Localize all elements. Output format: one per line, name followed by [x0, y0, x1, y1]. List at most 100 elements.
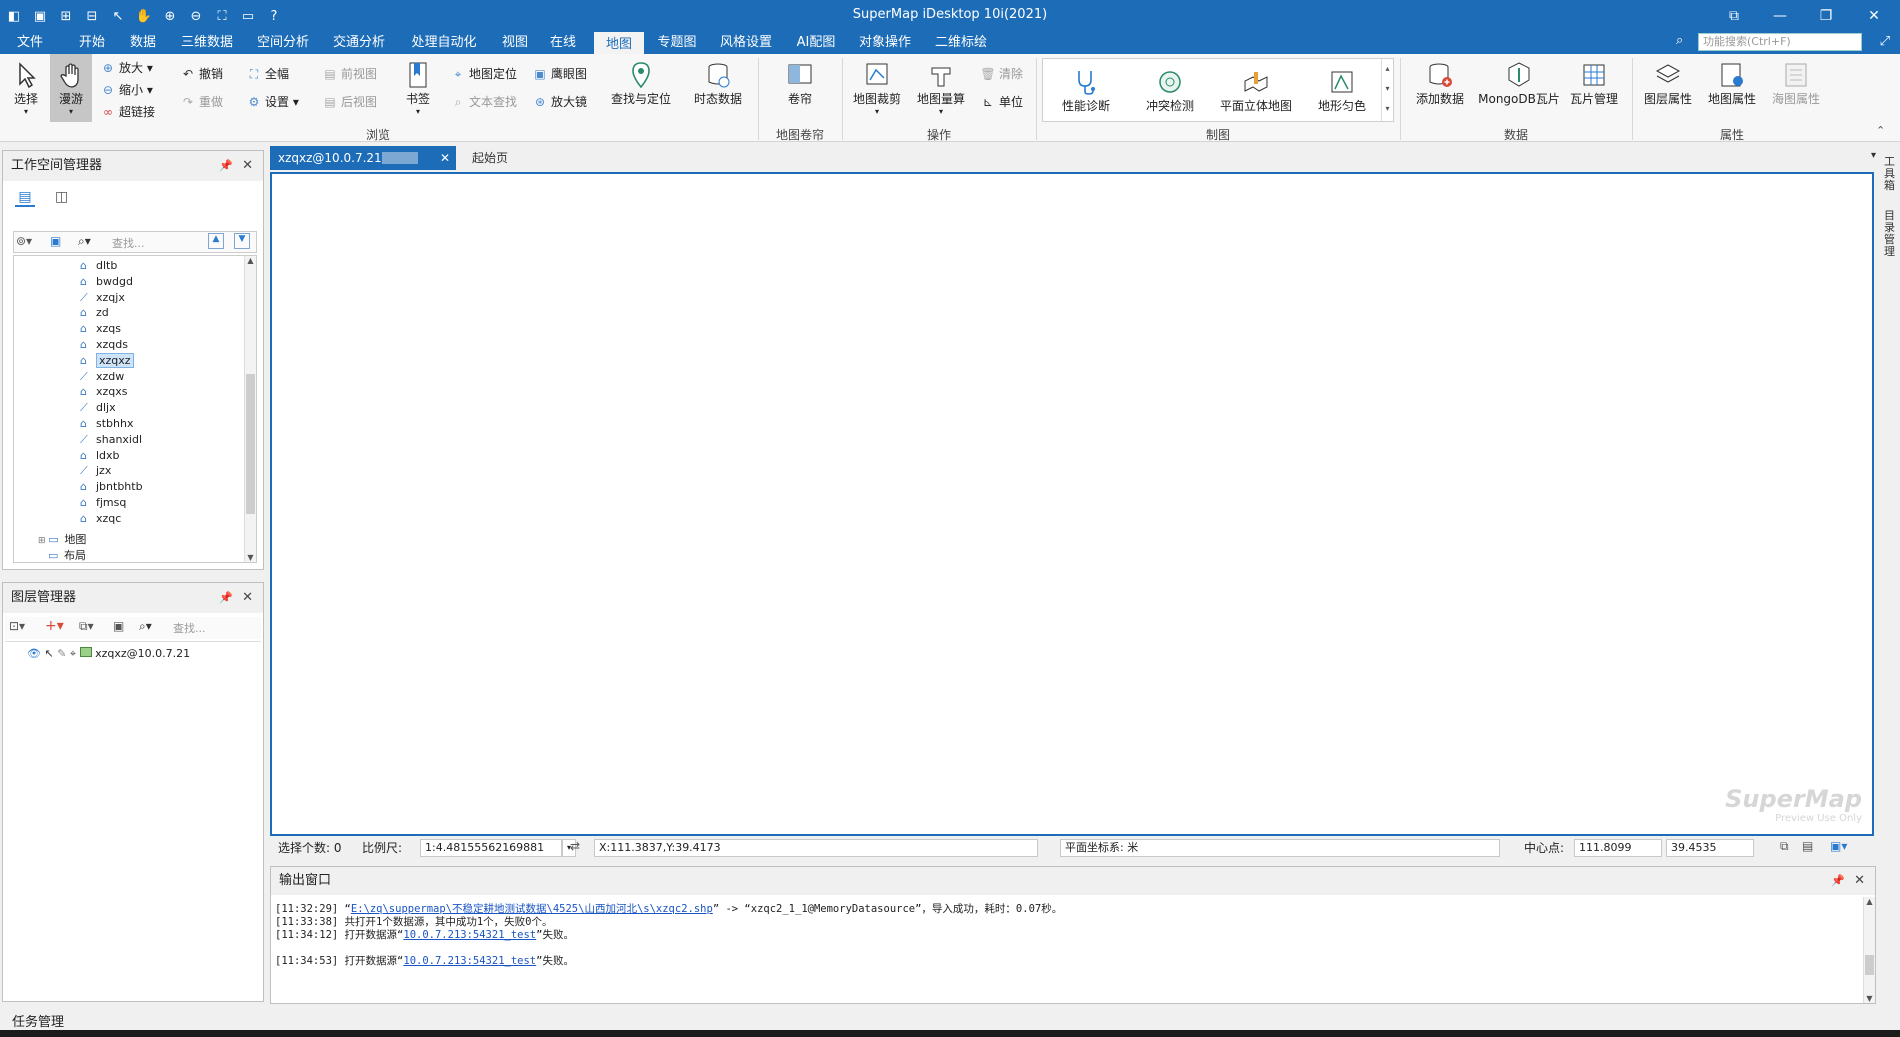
layer-group-icon[interactable]: ⧉▾ [79, 619, 94, 634]
chart-props-button[interactable]: 海图属性 [1766, 60, 1826, 107]
layer-search-input[interactable]: 查找... [173, 620, 206, 636]
tree-dataset-item[interactable]: ⟋ xzdw [80, 369, 124, 385]
side-tab-catalog[interactable]: 目录管理 [1884, 210, 1898, 258]
undo-button[interactable]: ↶ 撤销 [180, 64, 223, 84]
tree-dataset-item[interactable]: ⌂ xzqxs [80, 384, 128, 400]
copy-icon[interactable]: ⧉ [1780, 839, 1789, 854]
tab-data[interactable]: 数据 [120, 32, 166, 54]
tab-online[interactable]: 在线 [542, 32, 584, 54]
task-management-tab[interactable]: 任务管理 [12, 1011, 64, 1030]
bookmark-button[interactable]: 书签 ▾ [400, 60, 436, 116]
restore-layout-icon[interactable]: ⧉ [1716, 4, 1752, 28]
tab-3d-data[interactable]: 三维数据 [172, 32, 242, 54]
tree-dataset-item[interactable]: ⟋ xzqjx [80, 290, 125, 306]
tab-list-icon[interactable]: ▾ [1871, 150, 1876, 161]
log-link[interactable]: E:\zq\suppermap\不稳定耕地测试数据\4525\山西加河北\s\x… [351, 903, 713, 915]
tab-object-ops[interactable]: 对象操作 [850, 32, 920, 54]
add-layer-icon[interactable]: +▾ [45, 618, 64, 634]
redo-button[interactable]: ↷ 重做 [180, 92, 223, 112]
maximize-button[interactable]: ❐ [1808, 4, 1844, 28]
full-extent-button[interactable]: ⛶ 全幅 [246, 64, 289, 84]
tab-traffic-analysis[interactable]: 交通分析 [324, 32, 394, 54]
workspace-tree-tab-icon[interactable]: ▤ [15, 189, 35, 207]
paste-icon[interactable]: ▤ [1802, 839, 1813, 853]
eye-icon[interactable]: 👁 [27, 647, 41, 660]
selectable-icon[interactable]: ↖ [44, 647, 53, 660]
close-button[interactable]: ✕ [1856, 4, 1892, 28]
swipe-button[interactable]: 卷帘 [772, 60, 828, 107]
pin-icon[interactable]: 📌 [219, 151, 233, 181]
fullscreen-icon[interactable]: ⤢ [1880, 34, 1890, 49]
next-view-button[interactable]: ▤ 后视图 [322, 92, 377, 112]
tree-dataset-item[interactable]: ⟋ dljx [80, 400, 116, 416]
layer-view-icon[interactable]: ▣ [113, 619, 124, 633]
eagle-eye-button[interactable]: ▣ 鹰眼图 [532, 64, 587, 84]
tab-ai-mapping[interactable]: AI配图 [788, 32, 844, 54]
flat-3d-map-button[interactable]: 平面立体地图 [1211, 67, 1301, 114]
find-locate-button[interactable]: 查找与定位 [606, 60, 676, 107]
coordinate-system[interactable]: 平面坐标系: 米 [1060, 839, 1500, 857]
editable-icon[interactable]: ✎ [57, 647, 66, 660]
tab-file[interactable]: 文件 [8, 32, 52, 54]
output-scrollbar[interactable]: ▲ ▼ [1863, 897, 1875, 1003]
tab-2d-plot[interactable]: 二维标绘 [926, 32, 996, 54]
map-measure-button[interactable]: 地图量算 ▾ [912, 60, 970, 116]
resource-tab-icon[interactable]: ◫ [55, 189, 68, 205]
search-icon[interactable]: ⌕▾ [139, 619, 152, 634]
scale-input[interactable]: 1:4.48155562169881 [420, 839, 562, 857]
snap-icon[interactable]: ⌖ [70, 647, 76, 660]
tree-dataset-item[interactable]: ⌂ xzqc [80, 511, 121, 527]
tab-map-window[interactable]: xzqxz@10.0.7.213:5 ✕ [270, 146, 456, 170]
tree-dataset-item[interactable]: ⌂ xzqds [80, 337, 128, 353]
zoom-in-button[interactable]: ⊕ 放大 ▾ [100, 58, 153, 78]
hyperlink-button[interactable]: ∞ 超链接 [100, 102, 155, 122]
minimize-button[interactable]: — [1762, 4, 1798, 28]
status-options-icon[interactable]: ▣▾ [1830, 839, 1847, 853]
tab-map[interactable]: 地图 [594, 32, 644, 54]
map-locate-button[interactable]: ⌖ 地图定位 [450, 64, 517, 84]
function-search-input[interactable]: 功能搜索(Ctrl+F) [1698, 33, 1862, 51]
tab-automation[interactable]: 处理自动化 [400, 32, 488, 54]
tree-node-layouts[interactable]: ▭ 布局 [48, 548, 86, 562]
tree-dataset-item[interactable]: ⟋ jzx [80, 463, 111, 479]
side-tab-toolbox[interactable]: 工具箱 [1884, 156, 1898, 192]
collapse-ribbon-icon[interactable]: ⌃ [1876, 124, 1885, 137]
temporal-data-button[interactable]: 时态数据 [690, 60, 746, 107]
add-data-button[interactable]: 添加数据 [1410, 60, 1470, 107]
output-scroll-thumb[interactable] [1865, 955, 1874, 975]
tree-scrollbar[interactable]: ▲ ▼ [244, 256, 256, 562]
mongodb-tile-button[interactable]: MongoDB瓦片 [1476, 60, 1562, 107]
text-find-button[interactable]: ⌕ 文本查找 [450, 92, 517, 112]
select-button[interactable]: 选择 ▾ [8, 60, 44, 116]
file-icon[interactable]: ▣ [50, 234, 61, 248]
gallery-scroll[interactable]: ▴ ▾ ▾ [1381, 59, 1393, 121]
center-y-input[interactable]: 39.4535 [1666, 839, 1754, 857]
layer-props-button[interactable]: 图层属性 [1638, 60, 1698, 107]
tree-node-maps[interactable]: ⊞ ▭ 地图 [38, 532, 86, 548]
pan-button[interactable]: 漫游 ▾ [50, 54, 92, 122]
tree-dataset-item[interactable]: ⌂ xzqs [80, 321, 121, 337]
open-workspace-icon[interactable]: ⊚▾ [16, 234, 32, 248]
tree-node-scenes[interactable]: ▭场景 [48, 562, 86, 563]
tab-spatial-analysis[interactable]: 空间分析 [248, 32, 318, 54]
layer-row[interactable]: 👁 ↖ ✎ ⌖ xzqxz@10.0.7.21 [27, 646, 190, 662]
tree-scroll-thumb[interactable] [246, 374, 255, 514]
tree-dataset-item[interactable]: ⌂ fjmsq [80, 495, 126, 511]
clear-button[interactable]: 🗑 清除 [980, 64, 1023, 84]
map-clip-button[interactable]: 地图裁剪 ▾ [848, 60, 906, 116]
layer-style-icon[interactable]: ⊡▾ [9, 619, 25, 633]
tree-dataset-item[interactable]: ⌂ zd [80, 305, 109, 321]
tab-view[interactable]: 视图 [494, 32, 536, 54]
unit-button[interactable]: ⊾ 单位 [980, 92, 1023, 112]
center-x-input[interactable]: 111.8099 [1574, 839, 1662, 857]
log-link[interactable]: 10.0.7.213:54321_test [403, 929, 536, 941]
close-tab-icon[interactable]: ✕ [440, 146, 450, 170]
settings-button[interactable]: ⚙ 设置 ▾ [246, 92, 299, 112]
pin-icon[interactable]: 📌 [219, 583, 233, 613]
expand-icon[interactable]: ⊞ [38, 536, 48, 546]
performance-diagnosis-button[interactable]: 性能诊断 [1053, 67, 1119, 114]
workspace-search-input[interactable]: 查找... [112, 235, 145, 251]
map-canvas[interactable]: SuperMap Preview Use Only [270, 172, 1874, 836]
tab-thematic[interactable]: 专题图 [650, 32, 704, 54]
tab-start-page[interactable]: 起始页 [464, 146, 554, 170]
